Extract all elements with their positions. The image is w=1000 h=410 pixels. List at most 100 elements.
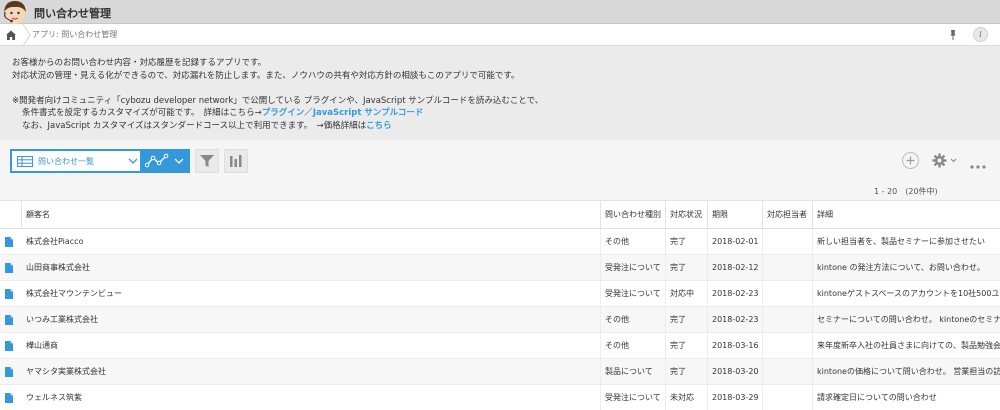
more-options-button[interactable] — [969, 156, 987, 169]
record-count: 1 - 20 (20件中) — [874, 187, 938, 196]
app-header: 問い合わせ管理 — [0, 0, 1000, 24]
cell-detail: 来年度新卒入社の社員さまに向けての、製品勉強会開催 — [817, 341, 1000, 350]
table-row[interactable]: ウェルネス筑紫 受発注について 未対応 2018-03-29 請求確定日についての問い合… — [0, 385, 1000, 410]
header-customer[interactable]: 顧客名 — [22, 201, 601, 229]
view-toolbar: 問い合わせ一覧 — [0, 140, 1000, 184]
table-row[interactable]: 株式会社Piacco その他 完了 2018-02-01 新しい担当者を、製品セミナーに… — [0, 229, 1000, 255]
cell-status: 未対応 — [666, 385, 708, 410]
header-inquiry-type[interactable]: 問い合わせ種別 — [601, 201, 666, 229]
plus-icon — [906, 156, 915, 165]
cell-deadline: 2018-02-12 — [708, 255, 763, 280]
cell-customer: 株式会社マウンテンビュー — [22, 281, 601, 306]
view-select-label: 問い合わせ一覧 — [38, 157, 94, 166]
table-row[interactable]: 株式会社マウンテンビュー 受発注について 対応中 2018-02-23 kintoneゲ… — [0, 281, 1000, 307]
list-view-icon — [17, 156, 33, 167]
cell-inquiry-type: 受発注について — [601, 255, 666, 280]
add-record-button[interactable] — [902, 152, 919, 169]
description-line: なお、JavaScript カスタマイズはスタンダードコース以上で利用できます。… — [22, 119, 392, 131]
cell-deadline: 2018-02-23 — [708, 281, 763, 306]
record-detail-icon[interactable] — [5, 393, 13, 403]
settings-button[interactable] — [931, 152, 959, 169]
cell-deadline: 2018-03-29 — [708, 385, 763, 410]
cell-inquiry-type: 受発注について — [601, 281, 666, 306]
pricing-link[interactable]: こちら — [366, 121, 392, 131]
js-sample-code-link[interactable]: JavaScript サンプルコード — [313, 108, 424, 118]
pin-icon[interactable] — [946, 28, 960, 42]
table-row[interactable]: いつみ工業株式会社 その他 完了 2018-02-23 セミナーについての問い合わせ。 … — [0, 307, 1000, 333]
cell-detail: セミナーについての問い合わせ。 kintoneのセミナーは — [817, 315, 1000, 324]
description-line: 条件書式を設定するカスタマイズが可能です。 詳細はこちら→プラグイン／JavaS… — [22, 106, 423, 118]
cell-inquiry-type: 受発注について — [601, 385, 666, 410]
view-select-dropdown[interactable]: 問い合わせ一覧 — [10, 149, 142, 173]
header-deadline[interactable]: 期限 — [708, 201, 763, 229]
cell-assignee — [763, 255, 813, 280]
line-graph-icon — [145, 153, 169, 168]
cell-assignee — [763, 385, 813, 410]
cell-status: 完了 — [666, 255, 708, 280]
cell-assignee — [763, 281, 813, 306]
record-detail-icon[interactable] — [5, 289, 13, 299]
record-detail-icon[interactable] — [5, 341, 13, 351]
graph-view-button[interactable] — [141, 149, 190, 173]
cell-assignee — [763, 229, 813, 254]
cell-deadline: 2018-02-23 — [708, 307, 763, 332]
cell-customer: 樺山通商 — [22, 333, 601, 358]
cell-status: 完了 — [666, 333, 708, 358]
description-text: 条件書式を設定するカスタマイズが可能です。 詳細はこちら→ — [22, 108, 262, 118]
table-row[interactable]: 樺山通商 その他 完了 2018-03-16 来年度新卒入社の社員さまに向けての、製品勉… — [0, 333, 1000, 359]
cell-inquiry-type: 製品について — [601, 359, 666, 384]
cell-detail: kintoneの価格について問い合わせ。 営業担当の訪問を — [817, 367, 1000, 376]
description-line: 対応状況の管理・見える化ができるので、対応漏れを防止します。また、ノウハウの共有… — [12, 71, 520, 81]
app-avatar-icon — [4, 1, 26, 24]
cell-detail: kintone の発注方法について、お問い合わせ。 — [817, 263, 985, 272]
cell-deadline: 2018-02-01 — [708, 229, 763, 254]
record-detail-icon[interactable] — [5, 263, 13, 273]
cell-deadline: 2018-03-16 — [708, 333, 763, 358]
cell-status: 対応中 — [666, 281, 708, 306]
table-header: 顧客名 問い合わせ種別 対応状況 期限 対応担当者 詳細 — [0, 200, 1000, 229]
header-icon-column — [0, 201, 22, 229]
plugin-link[interactable]: プラグイン — [262, 108, 305, 118]
cell-deadline: 2018-03-20 — [708, 359, 763, 384]
cell-customer: ウェルネス筑紫 — [22, 385, 601, 410]
cell-customer: いつみ工業株式会社 — [22, 307, 601, 332]
cell-inquiry-type: その他 — [601, 229, 666, 254]
chart-button[interactable] — [224, 149, 248, 173]
gear-icon — [932, 153, 957, 168]
record-detail-icon[interactable] — [5, 367, 13, 377]
cell-status: 完了 — [666, 229, 708, 254]
cell-status: 完了 — [666, 359, 708, 384]
description-line: ※開発者向けコミュニティ「cybozu developer network」で公… — [12, 96, 544, 106]
home-icon[interactable] — [4, 28, 18, 42]
header-assignee[interactable]: 対応担当者 — [763, 201, 813, 229]
cell-inquiry-type: その他 — [601, 333, 666, 358]
cell-customer: 山田商事株式会社 — [22, 255, 601, 280]
link-separator: ／ — [304, 108, 313, 118]
ellipsis-icon — [970, 165, 986, 169]
app-description: お客様からのお問い合わせ内容・対応履歴を記録するアプリです。 対応状況の管理・見… — [0, 46, 1000, 140]
table-row[interactable]: 山田商事株式会社 受発注について 完了 2018-02-12 kintone の発注方法… — [0, 255, 1000, 281]
header-status[interactable]: 対応状況 — [666, 201, 708, 229]
app-info-button[interactable]: i — [973, 27, 988, 42]
cell-assignee — [763, 333, 813, 358]
description-line: お客様からのお問い合わせ内容・対応履歴を記録するアプリです。 — [12, 58, 267, 68]
filter-icon — [200, 155, 214, 167]
bar-chart-icon — [230, 155, 242, 167]
header-detail[interactable]: 詳細 — [813, 201, 1000, 229]
app-title: 問い合わせ管理 — [34, 7, 111, 20]
cell-customer: 株式会社Piacco — [22, 229, 601, 254]
cell-inquiry-type: その他 — [601, 307, 666, 332]
breadcrumb-separator-icon — [22, 24, 31, 46]
description-text: なお、JavaScript カスタマイズはスタンダードコース以上で利用できます。… — [22, 121, 367, 131]
filter-button[interactable] — [195, 149, 219, 173]
record-detail-icon[interactable] — [5, 237, 13, 247]
breadcrumb-app-link[interactable]: アプリ: 問い合わせ管理 — [32, 29, 117, 40]
cell-assignee — [763, 307, 813, 332]
table-row[interactable]: ヤマシタ実業株式会社 製品について 完了 2018-03-20 kintoneの価格につ… — [0, 359, 1000, 385]
record-detail-icon[interactable] — [5, 315, 13, 325]
cell-status: 完了 — [666, 307, 708, 332]
cell-customer: ヤマシタ実業株式会社 — [22, 359, 601, 384]
breadcrumb: アプリ: 問い合わせ管理 i — [0, 24, 1000, 46]
chevron-down-icon — [174, 158, 184, 164]
cell-detail: 請求確定日についての問い合わせ — [817, 393, 937, 402]
